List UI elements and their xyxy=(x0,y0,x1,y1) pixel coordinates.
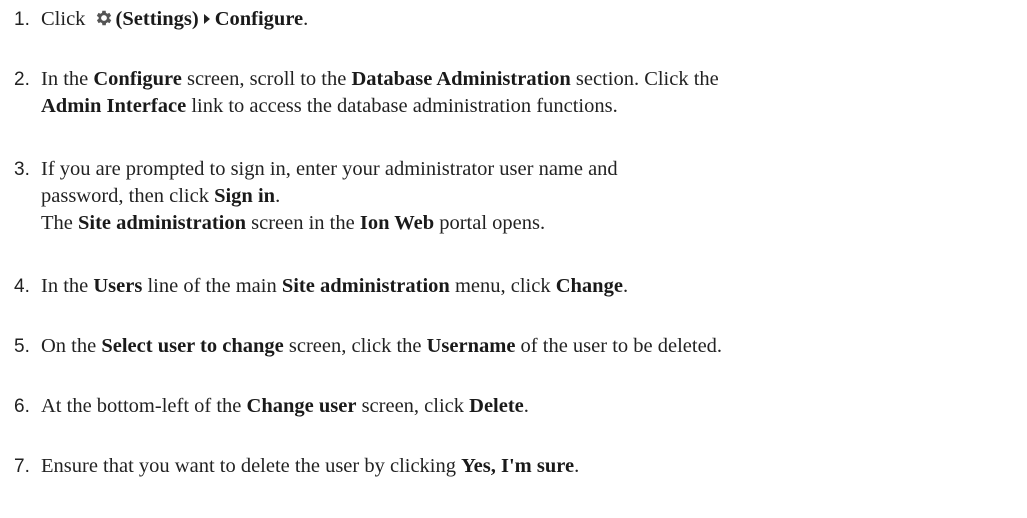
bold-term: Delete xyxy=(469,395,524,417)
step-number: 6. xyxy=(14,396,30,417)
step-text-run: portal opens. xyxy=(434,212,546,234)
bold-term: Change user xyxy=(246,395,357,417)
step-number: 1. xyxy=(14,9,30,30)
step-text-run: In the xyxy=(41,275,94,297)
step-number: 3. xyxy=(14,159,30,180)
step-text-run: The xyxy=(41,212,78,234)
step-text-run: screen, scroll to the xyxy=(181,68,352,90)
step-text: Ensure that you want to delete the user … xyxy=(41,453,1001,480)
bold-term: Select user to change xyxy=(101,335,284,357)
step-text-run: of the user to be deleted. xyxy=(515,335,723,357)
bold-term: Site administration xyxy=(281,275,450,297)
step-text-run: password, then click xyxy=(41,185,215,207)
bold-term: Yes, I'm sure xyxy=(461,455,575,477)
bold-term: Username xyxy=(426,335,516,357)
bold-term: Change xyxy=(555,275,623,297)
step-text-run: Ensure that you want to delete the user … xyxy=(41,455,462,477)
step-text: Click (Settings) Configure. xyxy=(41,6,1001,33)
step-text: At the bottom-left of the Change user sc… xyxy=(41,393,1001,420)
step-text: On the Select user to change screen, cli… xyxy=(41,333,1001,360)
instruction-steps: 1. Click (Settings) Configure. 2. In the … xyxy=(0,0,1027,518)
step-number: 5. xyxy=(14,336,30,357)
caret-right-icon xyxy=(203,14,210,24)
bold-term: Site administration xyxy=(78,212,246,234)
bold-term: Ion Web xyxy=(359,212,435,234)
step-text-run: section. Click the xyxy=(570,68,719,90)
step-text-run: screen in the xyxy=(246,212,360,234)
gear-icon xyxy=(96,10,111,26)
step-text-run: line of the main xyxy=(142,275,282,297)
step-text-run: screen, click xyxy=(356,395,470,417)
step-text-run: . xyxy=(622,275,629,297)
step-text-run: . xyxy=(523,395,529,417)
step-text-run: link to access the database administrati… xyxy=(186,95,618,117)
step-text-run: screen, click the xyxy=(283,335,427,357)
step-text-run: At the bottom-left of the xyxy=(41,395,247,417)
step-number: 4. xyxy=(14,276,30,297)
step-text-run: . xyxy=(303,8,309,30)
step-text-run: In the xyxy=(41,68,94,90)
step-text-run: . xyxy=(574,455,580,477)
bold-term: Sign in xyxy=(214,185,276,207)
bold-term: Users xyxy=(93,275,143,297)
bold-term: Admin Interface xyxy=(41,95,187,117)
step-number: 2. xyxy=(14,69,30,90)
bold-term: Database Administration xyxy=(351,68,571,90)
bold-term: Configure xyxy=(214,8,304,30)
caret-right-icon xyxy=(199,8,215,30)
step-text-run: Click xyxy=(41,8,91,30)
step-text-run: . xyxy=(275,185,281,207)
bold-term: Configure xyxy=(93,68,182,90)
step-number: 7. xyxy=(14,456,30,477)
step-text: In the Users line of the main Site admin… xyxy=(41,273,1001,300)
step-text: In the Configure screen, scroll to the D… xyxy=(41,66,1001,120)
step-text-run: If you are prompted to sign in, enter yo… xyxy=(41,158,618,180)
step-text: If you are prompted to sign in, enter yo… xyxy=(41,156,1001,237)
step-text-run: On the xyxy=(41,335,102,357)
gear-icon xyxy=(91,8,116,30)
bold-term: (Settings) xyxy=(115,8,199,30)
step-text-run: menu, click xyxy=(449,275,556,297)
